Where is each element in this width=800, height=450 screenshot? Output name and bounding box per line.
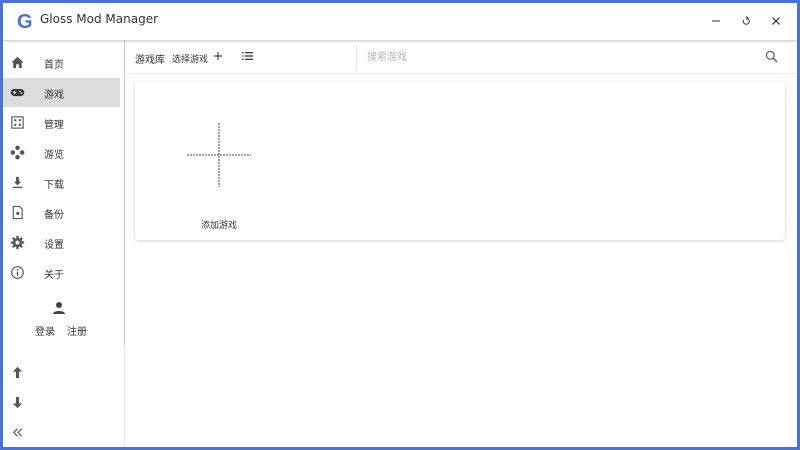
- minimize-icon: [712, 20, 720, 22]
- title-bar: G Gloss Mod Manager: [3, 3, 797, 40]
- add-game-cross-icon: [187, 123, 251, 187]
- browse-icon: [10, 145, 25, 160]
- sidebar-item-label: 设置: [44, 240, 64, 251]
- user-icon: [53, 302, 65, 314]
- restore-button[interactable]: [733, 8, 759, 34]
- sidebar-item-label: 游戏: [44, 90, 64, 101]
- library-title: 游戏库: [135, 55, 165, 66]
- restore-icon: [742, 16, 750, 25]
- sidebar-item-backup[interactable]: 备份: [3, 198, 120, 227]
- arrow-up-icon[interactable]: [10, 365, 25, 380]
- sidebar-item-games[interactable]: 游戏: [3, 78, 120, 107]
- list-view-icon[interactable]: [242, 51, 253, 61]
- backup-icon: [10, 205, 25, 220]
- game-library-card: 添加游戏: [135, 81, 785, 240]
- sidebar-item-label: 游览: [44, 150, 64, 161]
- sidebar-item-about[interactable]: 关于: [3, 258, 120, 287]
- add-game-plus-icon[interactable]: [213, 51, 223, 61]
- sidebar-item-label: 备份: [44, 210, 64, 221]
- login-link[interactable]: 登录: [35, 323, 55, 338]
- sidebar-item-settings[interactable]: 设置: [3, 228, 120, 257]
- search-input[interactable]: [367, 48, 747, 66]
- grid-icon: [10, 115, 25, 130]
- sidebar-item-browse[interactable]: 游览: [3, 138, 120, 167]
- toolbar: 游戏库 选择游戏: [125, 40, 797, 74]
- close-icon: [772, 17, 780, 25]
- sidebar-item-label: 关于: [44, 270, 64, 281]
- add-game-label: 添加游戏: [200, 221, 237, 231]
- close-button[interactable]: [763, 8, 789, 34]
- app-title: Gloss Mod Manager: [40, 12, 159, 26]
- gear-icon: [10, 235, 25, 250]
- add-game-tile[interactable]: 添加游戏: [159, 95, 279, 231]
- arrow-down-icon[interactable]: [10, 395, 25, 410]
- svg-text:G: G: [17, 11, 33, 32]
- collapse-sidebar-icon[interactable]: [10, 425, 25, 440]
- register-link[interactable]: 注册: [67, 323, 87, 338]
- minimize-button[interactable]: [703, 8, 729, 34]
- sidebar-item-label: 下载: [44, 180, 64, 191]
- sidebar: 首页 游戏 管理 游览 下载 备份 设置 关于 登录 注册: [3, 40, 127, 447]
- gamepad-icon: [10, 85, 25, 100]
- sidebar-item-download[interactable]: 下载: [3, 168, 120, 197]
- toolbar-divider: [356, 45, 357, 71]
- home-icon: [10, 55, 25, 70]
- main-content: 添加游戏: [125, 74, 797, 447]
- sidebar-item-home[interactable]: 首页: [3, 48, 120, 77]
- app-window: G Gloss Mod Manager 首页 游戏 管理 游览 下载 备份 设置…: [0, 0, 800, 450]
- sidebar-item-label: 首页: [44, 60, 64, 71]
- search-icon[interactable]: [765, 50, 778, 63]
- sidebar-item-manage[interactable]: 管理: [3, 108, 120, 137]
- info-icon: [10, 265, 25, 280]
- sidebar-item-label: 管理: [44, 120, 64, 131]
- download-icon: [10, 175, 25, 190]
- select-game-button[interactable]: 选择游戏: [172, 52, 208, 65]
- app-logo-icon: G: [17, 11, 33, 32]
